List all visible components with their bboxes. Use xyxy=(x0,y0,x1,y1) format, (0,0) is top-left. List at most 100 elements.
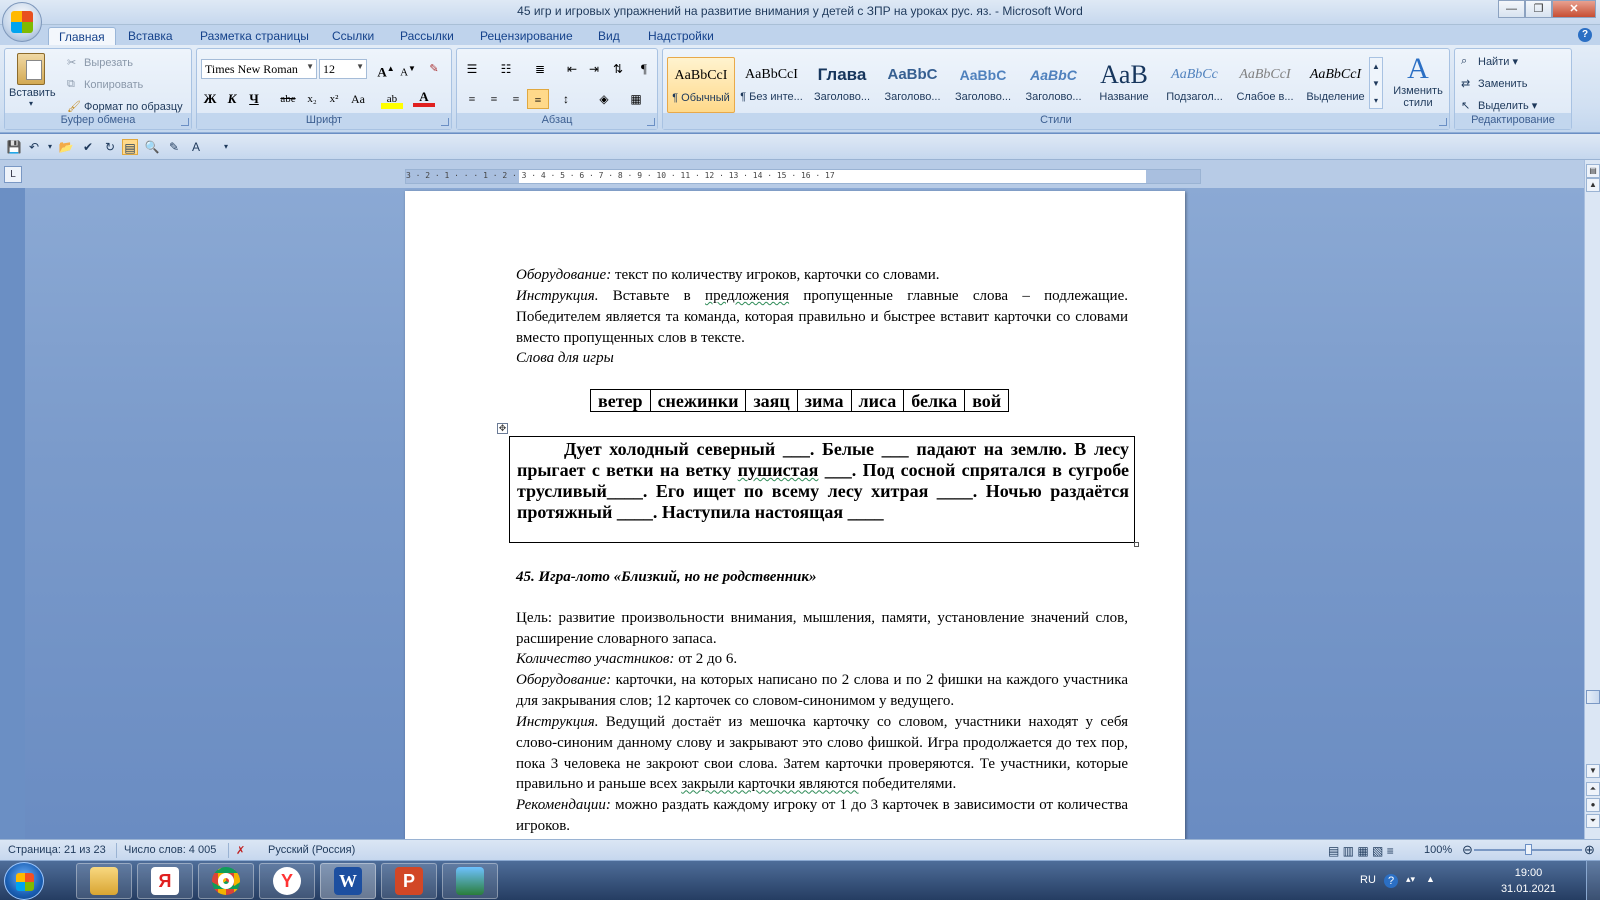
grow-font-button[interactable]: A▲ xyxy=(375,59,397,79)
clock[interactable]: 19:00 31.01.2021 xyxy=(1501,865,1556,897)
shrink-font-button[interactable]: A▼ xyxy=(397,59,419,79)
customize-qat-icon[interactable]: ▾ xyxy=(218,139,234,155)
taskbar-word[interactable]: W xyxy=(320,863,376,899)
paste-button[interactable]: Вставить ▾ xyxy=(9,53,56,108)
align-right-icon[interactable]: ≡ xyxy=(505,89,527,109)
horizontal-ruler[interactable]: 3 · 2 · 1 · · · 1 · 2 · 3 · 4 · 5 · 6 · … xyxy=(405,169,1201,184)
save-icon[interactable]: 💾 xyxy=(6,139,22,155)
taskbar-powerpoint[interactable]: P xyxy=(381,863,437,899)
tab-view[interactable]: Вид xyxy=(588,27,630,46)
start-button[interactable] xyxy=(4,862,44,900)
tab-insert[interactable]: Вставка xyxy=(118,27,183,46)
tab-mailings[interactable]: Рассылки xyxy=(390,27,464,46)
zoom-out-icon[interactable]: ⊖ xyxy=(1462,842,1473,858)
spelling-check-icon[interactable]: ✔ xyxy=(80,139,96,155)
taskbar-yandex[interactable]: Y xyxy=(259,863,315,899)
tab-page-layout[interactable]: Разметка страницы xyxy=(190,27,319,46)
scroll-down-icon[interactable]: ▼ xyxy=(1586,764,1600,778)
close-button[interactable]: ✕ xyxy=(1552,0,1596,18)
office-button[interactable] xyxy=(2,2,42,42)
font-size-icon[interactable]: A xyxy=(188,139,204,155)
taskbar-photos[interactable] xyxy=(442,863,498,899)
style-item[interactable]: AaBbC Заголово... xyxy=(879,57,947,113)
borders-icon[interactable]: ▦ xyxy=(625,89,647,109)
open-folder-icon[interactable]: 📂 xyxy=(58,139,74,155)
shading-icon[interactable]: ◈ xyxy=(593,89,615,109)
increase-indent-icon[interactable]: ⇥ xyxy=(583,59,605,79)
page-count[interactable]: Страница: 21 из 23 xyxy=(8,844,106,856)
format-painter-button[interactable]: 🖌 Формат по образцу xyxy=(67,100,183,114)
style-item[interactable]: AaBbC Заголово... xyxy=(1020,57,1088,113)
keyboard-language[interactable]: RU xyxy=(1360,874,1376,886)
cut-button[interactable]: ✂ Вырезать xyxy=(67,56,133,70)
help-icon[interactable]: ? xyxy=(1578,28,1592,42)
edit-document-icon[interactable]: ✎ xyxy=(166,139,182,155)
next-page-icon[interactable]: ⏷ xyxy=(1586,814,1600,828)
minimize-button[interactable]: — xyxy=(1498,0,1525,18)
language-status[interactable]: Русский (Россия) xyxy=(268,844,355,856)
print-preview-icon[interactable]: 🔍 xyxy=(144,139,160,155)
taskbar-explorer[interactable] xyxy=(76,863,132,899)
replace-button[interactable]: ⇄ Заменить xyxy=(1461,77,1527,91)
font-name-combo[interactable]: Times New Roman ▼ xyxy=(201,59,317,79)
paste-dropdown-icon[interactable]: ▾ xyxy=(9,99,53,108)
font-size-combo[interactable]: 12 ▼ xyxy=(319,59,367,79)
redo-icon[interactable]: ↻ xyxy=(102,139,118,155)
style-item[interactable]: AaBbCcI ¶ Без инте... xyxy=(738,57,806,113)
copy-button[interactable]: ⧉ Копировать xyxy=(67,78,143,92)
sort-icon[interactable]: ⇅ xyxy=(607,59,629,79)
select-button[interactable]: ↖ Выделить ▾ xyxy=(1461,99,1537,113)
align-center-icon[interactable]: ≡ xyxy=(483,89,505,109)
word-count[interactable]: Число слов: 4 005 xyxy=(124,844,216,856)
tab-selector[interactable]: L xyxy=(4,166,22,183)
move-handle-icon[interactable]: ✥ xyxy=(497,423,508,434)
resize-handle[interactable] xyxy=(1134,542,1139,547)
style-item[interactable]: AaBbCcI Слабое в... xyxy=(1231,57,1299,113)
document-page[interactable]: Оборудование: текст по количеству игроко… xyxy=(405,191,1185,839)
change-case-button[interactable]: Aa xyxy=(347,89,369,109)
styles-scroll[interactable]: ▲ ▼ ▾ xyxy=(1369,57,1383,109)
font-color-icon[interactable]: A xyxy=(413,89,435,107)
tab-review[interactable]: Рецензирование xyxy=(470,27,583,46)
numbering-icon[interactable]: ☷ xyxy=(495,59,517,79)
tab-addins[interactable]: Надстройки xyxy=(638,27,724,46)
change-styles-button[interactable]: A Изменить стили xyxy=(1389,53,1447,110)
scroll-thumb[interactable] xyxy=(1586,690,1600,704)
style-item[interactable]: Глава Заголово... xyxy=(808,57,876,113)
style-item[interactable]: AaBbC Заголово... xyxy=(949,57,1017,113)
justify-icon[interactable]: ≡ xyxy=(527,89,549,109)
font-launcher-icon[interactable] xyxy=(441,118,449,126)
zoom-in-icon[interactable]: ⊕ xyxy=(1584,842,1595,858)
ruler-toggle-icon[interactable]: ▤ xyxy=(1586,164,1600,178)
bullets-icon[interactable]: ☰ xyxy=(461,59,483,79)
vertical-scrollbar[interactable]: ▤ ▲ ▼ ⏶ ● ⏷ xyxy=(1584,160,1600,839)
spelling-status-icon[interactable]: ✗ xyxy=(236,844,245,857)
show-desktop-button[interactable] xyxy=(1586,861,1600,900)
style-item[interactable]: AaBbCc Подзагол... xyxy=(1161,57,1229,113)
styles-launcher-icon[interactable] xyxy=(1439,118,1447,126)
tab-references[interactable]: Ссылки xyxy=(322,27,384,46)
align-left-icon[interactable]: ≡ xyxy=(461,89,483,109)
decrease-indent-icon[interactable]: ⇤ xyxy=(561,59,583,79)
clipboard-launcher-icon[interactable] xyxy=(181,118,189,126)
strikethrough-button[interactable]: abe xyxy=(277,89,299,109)
pilcrow-icon[interactable]: ¶ xyxy=(633,59,655,79)
zoom-level[interactable]: 100% xyxy=(1424,844,1452,856)
line-spacing-icon[interactable]: ↕ xyxy=(555,89,577,109)
undo-icon[interactable]: ↶ xyxy=(26,139,42,155)
highlight-icon[interactable]: ab xyxy=(381,89,403,109)
superscript-button[interactable]: x² xyxy=(323,89,345,109)
find-button[interactable]: ⌕ Найти ▾ xyxy=(1461,55,1518,69)
taskbar-yandex-browser[interactable]: Я xyxy=(137,863,193,899)
undo-dropdown-icon[interactable]: ▾ xyxy=(42,139,58,155)
tray-arrow-icon[interactable]: ▴▾ xyxy=(1406,874,1415,885)
prev-page-icon[interactable]: ⏶ xyxy=(1586,782,1600,796)
style-item[interactable]: AaB Название xyxy=(1090,57,1158,113)
multilevel-list-icon[interactable]: ≣ xyxy=(529,59,551,79)
browse-object-icon[interactable]: ● xyxy=(1586,798,1600,812)
print-layout-icon[interactable]: ▤ xyxy=(122,139,138,155)
tab-home[interactable]: Главная xyxy=(48,27,116,46)
paragraph-launcher-icon[interactable] xyxy=(647,118,655,126)
clear-format-icon[interactable]: ✎ xyxy=(423,59,445,79)
taskbar-chrome[interactable] xyxy=(198,863,254,899)
